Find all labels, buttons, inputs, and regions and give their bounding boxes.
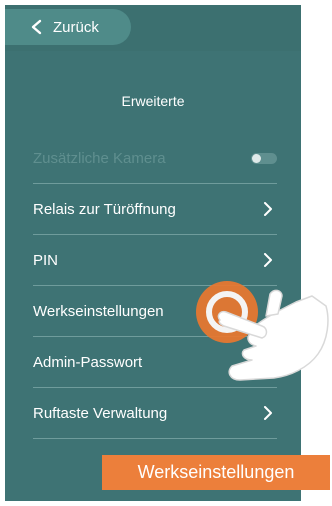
setting-label: Zusätzliche Kamera [33, 149, 166, 167]
setting-door-relay[interactable]: Relais zur Türöffnung [33, 184, 277, 234]
chevron-right-icon [264, 202, 272, 216]
divider [33, 438, 277, 439]
top-bar: Zurück [5, 5, 301, 51]
caption-label: Werkseinstellungen [102, 455, 330, 490]
setting-label: Ruftaste Verwaltung [33, 404, 168, 422]
setting-call-button-management[interactable]: Ruftaste Verwaltung [33, 388, 277, 438]
chevron-right-icon [264, 253, 272, 267]
chevron-left-icon [31, 19, 42, 35]
tap-hand-icon [217, 289, 329, 381]
page-title: Erweiterte [121, 93, 185, 109]
camera-toggle[interactable] [251, 152, 277, 164]
setting-label: Relais zur Türöffnung [33, 200, 176, 218]
toggle-knob [252, 153, 261, 163]
chevron-right-icon [264, 406, 272, 420]
setting-label: PIN [33, 251, 59, 269]
phone-screen: Zurück Erweiterte Zusätzliche Kamera Rel… [5, 5, 301, 501]
back-button[interactable]: Zurück [5, 9, 131, 45]
setting-pin[interactable]: PIN [33, 235, 277, 285]
setting-additional-camera: Zusätzliche Kamera [33, 133, 277, 183]
back-button-label: Zurück [53, 18, 99, 36]
